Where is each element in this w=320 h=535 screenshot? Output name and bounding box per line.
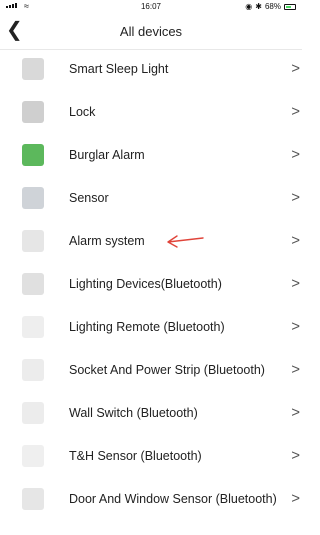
device-row[interactable]: Lighting Remote (Bluetooth) > <box>0 306 302 349</box>
device-name: Door And Window Sensor (Bluetooth) <box>69 492 277 506</box>
device-thumbnail <box>22 101 44 123</box>
battery-percent: 68% <box>264 2 281 11</box>
device-name: Wall Switch (Bluetooth) <box>69 406 198 420</box>
device-name: Lock <box>69 105 96 119</box>
chevron-right-icon: > <box>291 146 300 163</box>
device-thumbnail <box>22 359 44 381</box>
device-thumbnail <box>22 445 44 467</box>
chevron-right-icon: > <box>291 404 300 421</box>
chevron-right-icon: > <box>291 318 300 335</box>
device-name: Burglar Alarm <box>69 148 145 162</box>
device-name: Smart Sleep Light <box>69 62 169 76</box>
device-thumbnail <box>22 488 44 510</box>
device-thumbnail <box>22 273 44 295</box>
device-list: Smart Sleep Light > Lock > Burglar Alarm > Sen… <box>0 48 302 521</box>
chevron-right-icon: > <box>291 232 300 249</box>
chevron-right-icon: > <box>291 60 300 77</box>
device-row[interactable]: Door And Window Sensor (Bluetooth) > <box>0 478 302 521</box>
device-row[interactable]: Burglar Alarm > <box>0 134 302 177</box>
page-title: All devices <box>119 24 183 39</box>
device-name: T&H Sensor (Bluetooth) <box>69 449 202 463</box>
device-name: Alarm system <box>69 234 145 248</box>
device-row[interactable]: Sensor > <box>0 177 302 220</box>
battery-icon <box>284 3 296 10</box>
device-row[interactable]: Alarm system > <box>0 220 302 263</box>
device-name: Sensor <box>69 191 109 205</box>
device-row[interactable]: Socket And Power Strip (Bluetooth) > <box>0 349 302 392</box>
chevron-right-icon: > <box>291 189 300 206</box>
chevron-right-icon: > <box>291 447 300 464</box>
annotation-arrow-icon <box>167 235 204 248</box>
status-bar: ≈ 16:07 ◉ ✱ 68% <box>0 0 302 14</box>
device-thumbnail <box>22 316 44 338</box>
device-thumbnail <box>22 402 44 424</box>
device-row[interactable]: Lighting Devices(Bluetooth) > <box>0 263 302 306</box>
device-thumbnail <box>22 144 44 166</box>
device-name: Lighting Devices(Bluetooth) <box>69 277 222 291</box>
bluetooth-icon: ✱ <box>255 2 262 11</box>
chevron-right-icon: > <box>291 103 300 120</box>
chevron-right-icon: > <box>291 361 300 378</box>
device-row[interactable]: T&H Sensor (Bluetooth) > <box>0 435 302 478</box>
location-icon: ◉ <box>245 2 253 11</box>
device-row[interactable]: Smart Sleep Light > <box>0 48 302 91</box>
device-thumbnail <box>22 230 44 252</box>
chevron-right-icon: > <box>291 275 300 292</box>
device-thumbnail <box>22 187 44 209</box>
device-row[interactable]: Wall Switch (Bluetooth) > <box>0 392 302 435</box>
device-name: Socket And Power Strip (Bluetooth) <box>69 363 265 377</box>
device-name: Lighting Remote (Bluetooth) <box>69 320 225 334</box>
nav-bar: ❮ All devices <box>0 14 302 50</box>
device-thumbnail <box>22 58 44 80</box>
device-row[interactable]: Lock > <box>0 91 302 134</box>
chevron-right-icon: > <box>291 490 300 507</box>
